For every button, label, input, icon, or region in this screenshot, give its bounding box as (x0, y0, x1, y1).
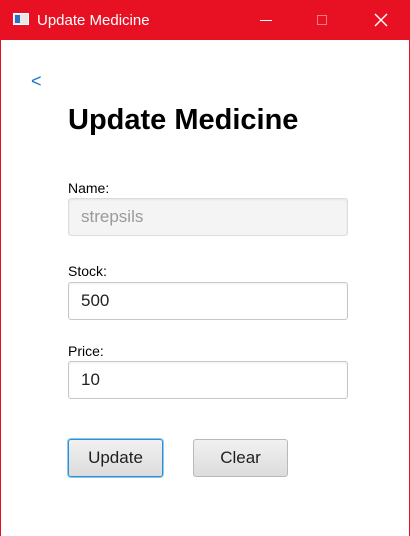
price-label: Price: (68, 343, 104, 359)
close-button[interactable] (358, 0, 404, 40)
page-title: Update Medicine (68, 104, 299, 136)
maximize-button (299, 0, 345, 40)
stock-label: Stock: (68, 263, 107, 279)
price-field[interactable] (68, 361, 348, 399)
close-icon (374, 13, 388, 27)
window-title: Update Medicine (37, 12, 150, 29)
minimize-icon (260, 19, 272, 21)
minimize-button[interactable] (243, 0, 289, 40)
update-button[interactable]: Update (68, 439, 163, 477)
app-window: Update Medicine < Update Medicine Name: … (0, 0, 410, 536)
name-label: Name: (68, 180, 110, 196)
maximize-icon (317, 15, 327, 25)
title-bar[interactable]: Update Medicine (1, 0, 409, 40)
app-window-icon (13, 13, 29, 25)
clear-button[interactable]: Clear (193, 439, 288, 477)
back-link[interactable]: < (31, 71, 42, 92)
name-field (68, 198, 348, 236)
stock-field[interactable] (68, 282, 348, 320)
